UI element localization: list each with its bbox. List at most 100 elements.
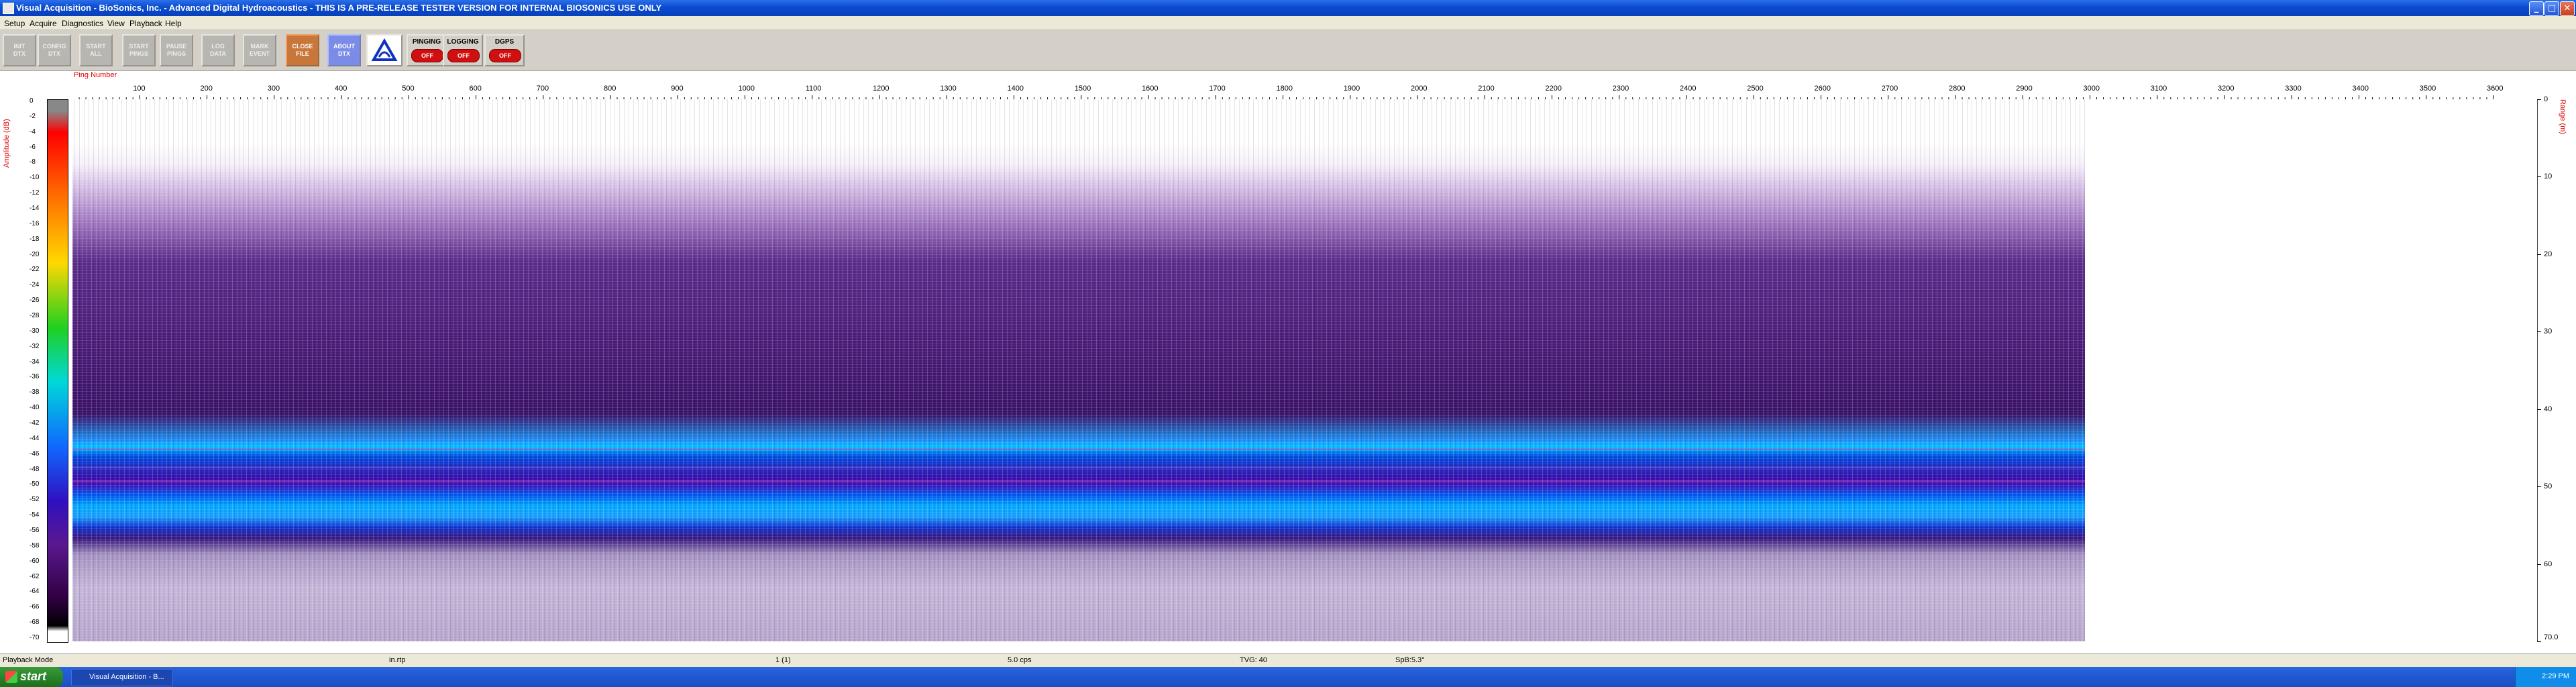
amplitude-tick-label: -8 <box>30 158 36 166</box>
menu-playback[interactable]: Playback <box>129 19 162 28</box>
amplitude-tick-label: -58 <box>30 541 40 549</box>
ping-axis-label: 1000 <box>738 85 755 93</box>
start-label: start <box>20 670 47 683</box>
ping-axis-label: 2900 <box>2016 85 2033 93</box>
ping-axis-label: 2100 <box>1478 85 1495 93</box>
pinging-label: PINGING <box>412 38 441 46</box>
range-axis-tick <box>2537 176 2541 178</box>
amplitude-tick-label: -10 <box>30 174 40 182</box>
range-axis-tick <box>2537 409 2541 410</box>
ping-axis-label: 900 <box>671 85 684 93</box>
config-dtx-button[interactable]: CONFIG DTX <box>38 34 71 66</box>
logging-label: LOGGING <box>447 38 479 46</box>
range-tick-label: 50 <box>2544 482 2553 491</box>
ping-axis-label: 1200 <box>873 85 890 93</box>
start-all-button[interactable]: START ALL <box>79 34 113 66</box>
menu-acquire[interactable]: Acquire <box>30 19 57 28</box>
about-dtx-button[interactable]: ABOUT DTX <box>327 34 361 66</box>
amplitude-tick-label: -12 <box>30 189 40 197</box>
range-tick-label: 10 <box>2544 172 2553 181</box>
taskbar-item-label: Visual Acquisition - B... <box>89 673 164 681</box>
amplitude-tick-label: -64 <box>30 588 40 596</box>
amplitude-color-scale <box>47 99 68 643</box>
range-tick-label: 30 <box>2544 327 2553 336</box>
ping-axis-label: 1600 <box>1142 85 1159 93</box>
ping-axis-label: 2200 <box>1545 85 1562 93</box>
close-file-button[interactable]: CLOSE FILE <box>286 34 319 66</box>
amplitude-tick-label: -44 <box>30 434 40 442</box>
range-tick-label: 60 <box>2544 560 2553 568</box>
start-pings-button[interactable]: START PINGS <box>122 34 156 66</box>
pinging-status: OFF <box>411 49 443 62</box>
echogram[interactable] <box>72 99 2085 641</box>
ping-axis-label: 3500 <box>2419 85 2436 93</box>
amplitude-tick-label: -68 <box>30 619 40 627</box>
close-button[interactable]: ✕ <box>2560 1 2575 16</box>
minimize-button[interactable]: _ <box>2529 1 2544 16</box>
taskbar: start Visual Acquisition - B... 2:29 PM <box>0 667 2576 687</box>
amplitude-tick-label: -56 <box>30 527 40 534</box>
range-tick-label: 40 <box>2544 405 2553 413</box>
echogram-band <box>72 448 2085 450</box>
range-axis-tick <box>2537 254 2541 255</box>
ping-axis-label: 2800 <box>1949 85 1966 93</box>
status-file: in.rtp <box>389 656 406 664</box>
amplitude-tick-label: -16 <box>30 219 40 227</box>
dgps-label: DGPS <box>494 38 515 46</box>
amplitude-tick-label: -36 <box>30 373 40 381</box>
status-ping: 1 (1) <box>775 656 791 664</box>
range-axis-tick <box>2537 641 2541 642</box>
ping-axis-label: 300 <box>267 85 280 93</box>
ping-axis-label: 1900 <box>1343 85 1360 93</box>
menu-diagnostics[interactable]: Diagnostics <box>62 19 103 28</box>
status-rate: 5.0 cps <box>1008 656 1032 664</box>
mark-event-button[interactable]: MARK EVENT <box>243 34 276 66</box>
menu-help[interactable]: Help <box>165 19 182 28</box>
logging-status: OFF <box>447 49 480 62</box>
biosonics-logo-icon[interactable] <box>366 34 402 66</box>
ping-axis-label: 3100 <box>2150 85 2167 93</box>
ping-axis-label: 2300 <box>1612 85 1629 93</box>
ping-axis-label: 400 <box>335 85 347 93</box>
ping-axis-label: 1800 <box>1276 85 1293 93</box>
ping-axis-label: 1400 <box>1007 85 1024 93</box>
menu-setup[interactable]: Setup <box>4 19 25 28</box>
amplitude-tick-label: -62 <box>30 572 40 580</box>
taskbar-item-visual-acquisition[interactable]: Visual Acquisition - B... <box>71 669 173 686</box>
amplitude-tick-label: -26 <box>30 297 40 305</box>
range-tick-label: 20 <box>2544 250 2553 258</box>
echogram-texture <box>72 99 2085 641</box>
pause-pings-button[interactable]: PAUSE PINGS <box>160 34 193 66</box>
amplitude-axis-title: Amplitude (dB) <box>3 119 11 168</box>
log-data-button[interactable]: LOG DATA <box>201 34 235 66</box>
system-tray: 2:29 PM <box>2515 667 2576 687</box>
echogram-band <box>72 480 2085 482</box>
start-button[interactable]: start <box>0 667 63 687</box>
range-axis-tick <box>2537 99 2541 100</box>
amplitude-tick-label: -38 <box>30 388 40 397</box>
amplitude-tick-label: -6 <box>30 143 36 151</box>
amplitude-tick-label: -66 <box>30 603 40 611</box>
init-dtx-button[interactable]: INIT DTX <box>3 34 36 66</box>
amplitude-tick-label: -18 <box>30 235 40 243</box>
ping-axis-label: 2500 <box>1747 85 1764 93</box>
menu-view[interactable]: View <box>107 19 125 28</box>
range-axis-tick <box>2537 486 2541 488</box>
ping-axis-label: 2700 <box>1881 85 1898 93</box>
amplitude-tick-label: -70 <box>30 634 40 641</box>
amplitude-tick-label: -22 <box>30 266 40 274</box>
amplitude-tick-label: -54 <box>30 511 40 519</box>
pinging-indicator: PINGING OFF <box>407 34 447 66</box>
clock: 2:29 PM <box>2542 672 2569 680</box>
amplitude-tick-label: -40 <box>30 404 40 412</box>
ping-axis-label: 100 <box>133 85 146 93</box>
ping-axis-title: Ping Number <box>74 71 117 79</box>
amplitude-tick-label: -60 <box>30 557 40 565</box>
ping-axis-label: 1700 <box>1209 85 1226 93</box>
windows-logo-icon <box>5 671 17 683</box>
amplitude-tick-label: 0 <box>30 97 34 105</box>
maximize-button[interactable]: □ <box>2544 1 2559 16</box>
range-axis-tick <box>2537 331 2541 333</box>
toolbar: INIT DTX CONFIG DTX START ALL START PING… <box>0 30 2576 71</box>
ping-axis-label: 1500 <box>1074 85 1091 93</box>
